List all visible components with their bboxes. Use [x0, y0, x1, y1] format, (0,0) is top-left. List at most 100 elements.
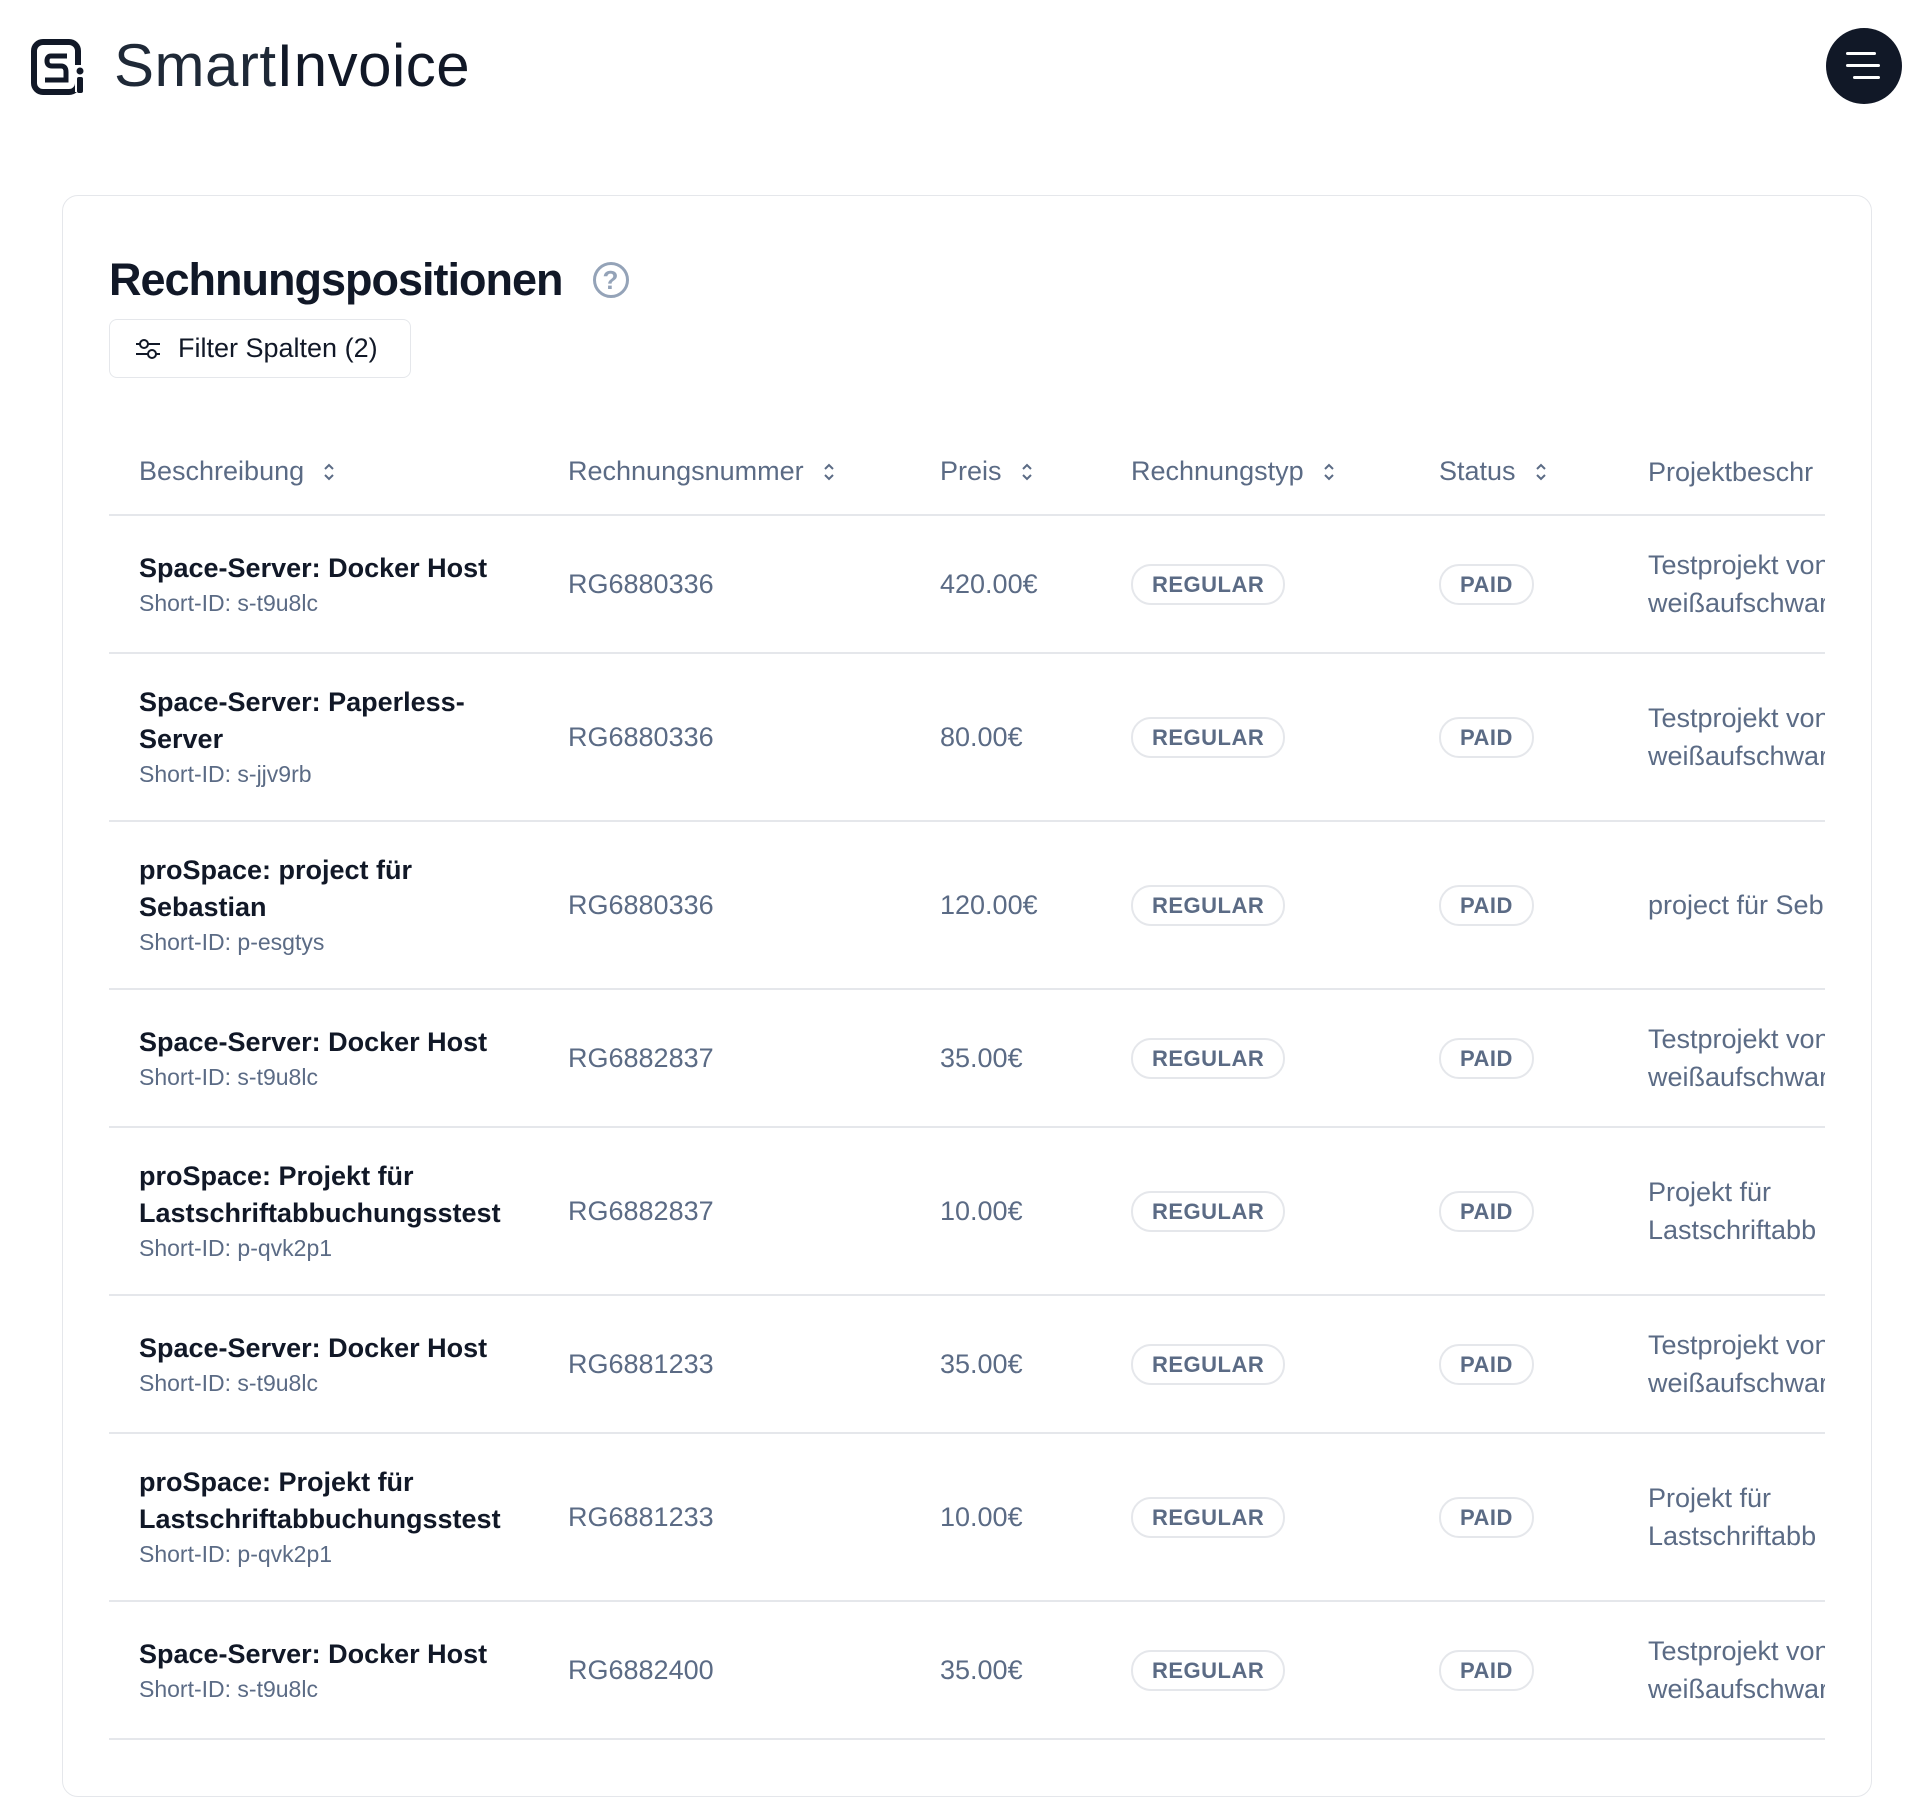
sort-icon[interactable] [822, 458, 836, 489]
sort-icon[interactable] [1020, 458, 1034, 489]
invoice-number-cell: RG6881233 [538, 1433, 910, 1602]
description-cell: Space-Server: Paperless-Server Short-ID: … [109, 653, 538, 822]
filter-columns-button[interactable]: Filter Spalten (2) [109, 319, 411, 378]
price-cell: 35.00€ [910, 989, 1101, 1128]
column-header-3[interactable]: Rechnungstyp [1101, 431, 1409, 516]
price-cell: 10.00€ [910, 1127, 1101, 1296]
app-brand[interactable]: SmartInvoice [114, 30, 470, 102]
column-header-4[interactable]: Status [1409, 431, 1618, 516]
sort-icon[interactable] [1534, 458, 1548, 489]
status-cell: PAID [1409, 653, 1618, 822]
column-header-2[interactable]: Preis [910, 431, 1101, 516]
price-cell: 35.00€ [910, 1295, 1101, 1434]
page-title: Rechnungspositionen [109, 254, 563, 305]
hamburger-line [1853, 76, 1880, 79]
table-row[interactable]: Space-Server: Docker Host Short-ID: s-t9u… [109, 989, 1825, 1128]
type-badge: REGULAR [1131, 1037, 1286, 1079]
column-header-0[interactable]: Beschreibung [109, 431, 538, 516]
invoice-number-cell: RG6882837 [538, 1127, 910, 1296]
project-description-cell: Testprojekt von weißaufschwar [1618, 989, 1825, 1128]
description-cell: proSpace: Projekt für Lastschriftabbuchu… [109, 1433, 538, 1602]
status-cell: PAID [1409, 1127, 1618, 1296]
item-short-id: Short-ID: p-qvk2p1 [139, 1235, 333, 1261]
table-body: Space-Server: Docker Host Short-ID: s-t9u… [109, 515, 1825, 1740]
table-row[interactable]: proSpace: project für Sebastian Short-ID:… [109, 821, 1825, 990]
item-short-id: Short-ID: s-t9u8lc [139, 589, 318, 616]
status-cell: PAID [1409, 989, 1618, 1128]
hamburger-menu-icon [1846, 52, 1876, 55]
table-header-row: Beschreibung Rechnungsnummer Preis Rechnung… [109, 431, 1825, 516]
type-badge: REGULAR [1131, 1343, 1286, 1385]
project-line: weißaufschwar [1648, 1368, 1825, 1398]
status-badge: PAID [1439, 1190, 1534, 1232]
invoice-items-table: Beschreibung Rechnungsnummer Preis Rechnung… [109, 431, 1825, 1740]
type-badge: REGULAR [1131, 1496, 1286, 1538]
invoice-number-cell: RG6880336 [538, 653, 910, 822]
type-badge: REGULAR [1131, 1190, 1286, 1232]
table-row[interactable]: Space-Server: Paperless-Server Short-ID: … [109, 653, 1825, 822]
description-cell: Space-Server: Docker Host Short-ID: s-t9u… [109, 1295, 538, 1434]
invoice-number-cell: RG6881233 [538, 1295, 910, 1434]
description-cell: proSpace: Projekt für Lastschriftabbuchu… [109, 1127, 538, 1296]
item-short-id: Short-ID: s-t9u8lc [139, 1063, 318, 1090]
project-line: Testprojekt von [1648, 703, 1825, 733]
column-header-5[interactable]: Projektbeschr [1618, 431, 1825, 516]
column-header-label: Preis [940, 456, 1002, 487]
invoice-type-cell: REGULAR [1101, 1295, 1409, 1434]
menu-button[interactable] [1826, 28, 1902, 104]
type-badge: REGULAR [1131, 563, 1286, 605]
type-badge: REGULAR [1131, 1649, 1286, 1691]
project-line: Lastschriftabb [1648, 1521, 1817, 1551]
help-icon[interactable]: ? [592, 262, 629, 298]
item-title: Space-Server: Docker Host [139, 552, 488, 583]
price-cell: 420.00€ [910, 515, 1101, 654]
table-row[interactable]: proSpace: Projekt für Lastschriftabbuchu… [109, 1433, 1825, 1602]
invoice-type-cell: REGULAR [1101, 1433, 1409, 1602]
table-row[interactable]: Space-Server: Docker Host Short-ID: s-t9u… [109, 515, 1825, 654]
project-line: Testprojekt von [1648, 1636, 1825, 1666]
project-description-cell: Testprojekt von weißaufschwar [1618, 515, 1825, 654]
invoice-number-cell: RG6882837 [538, 989, 910, 1128]
sliders-icon [136, 338, 160, 359]
status-badge: PAID [1439, 716, 1534, 758]
status-cell: PAID [1409, 1601, 1618, 1740]
item-title: proSpace: project für Sebastian [139, 855, 413, 922]
table-row[interactable]: proSpace: Projekt für Lastschriftabbuchu… [109, 1127, 1825, 1296]
invoice-type-cell: REGULAR [1101, 653, 1409, 822]
invoice-items-card: Rechnungspositionen ? Filter Spalten (2)… [62, 195, 1872, 1797]
price-cell: 10.00€ [910, 1433, 1101, 1602]
column-header-1[interactable]: Rechnungsnummer [538, 431, 910, 516]
invoice-number-cell: RG6880336 [538, 821, 910, 990]
item-title: Space-Server: Docker Host [139, 1332, 488, 1363]
column-header-label: Beschreibung [139, 456, 305, 487]
table-row[interactable]: Space-Server: Docker Host Short-ID: s-t9u… [109, 1295, 1825, 1434]
project-line: Projekt für [1648, 1483, 1772, 1513]
project-description-cell: Testprojekt von weißaufschwar [1618, 1601, 1825, 1740]
status-badge: PAID [1439, 1343, 1534, 1385]
price-cell: 80.00€ [910, 653, 1101, 822]
status-badge: PAID [1439, 563, 1534, 605]
project-line: Testprojekt von [1648, 1024, 1825, 1054]
project-description-cell: Testprojekt von weißaufschwar [1618, 653, 1825, 822]
status-cell: PAID [1409, 1295, 1618, 1434]
sort-icon[interactable] [1322, 458, 1336, 489]
item-title: proSpace: Projekt für Lastschriftabbuchu… [139, 1161, 501, 1228]
project-line: Lastschriftabb [1648, 1215, 1817, 1245]
table-row[interactable]: Space-Server: Docker Host Short-ID: s-t9u… [109, 1601, 1825, 1740]
project-line: weißaufschwar [1648, 588, 1825, 618]
invoice-number-cell: RG6880336 [538, 515, 910, 654]
project-line: project für Seb [1648, 890, 1824, 920]
invoice-type-cell: REGULAR [1101, 515, 1409, 654]
project-line: weißaufschwar [1648, 741, 1825, 771]
status-badge: PAID [1439, 1037, 1534, 1079]
invoice-number-cell: RG6882400 [538, 1601, 910, 1740]
project-description-cell: Projekt für Lastschriftabb [1618, 1433, 1825, 1602]
sort-icon[interactable] [322, 458, 336, 489]
item-short-id: Short-ID: s-t9u8lc [139, 1675, 318, 1702]
type-badge: REGULAR [1131, 716, 1286, 758]
item-title: Space-Server: Paperless-Server [139, 687, 465, 754]
invoice-type-cell: REGULAR [1101, 989, 1409, 1128]
item-short-id: Short-ID: s-jjv9rb [139, 761, 312, 787]
item-short-id: Short-ID: p-qvk2p1 [139, 1541, 333, 1567]
price-cell: 35.00€ [910, 1601, 1101, 1740]
